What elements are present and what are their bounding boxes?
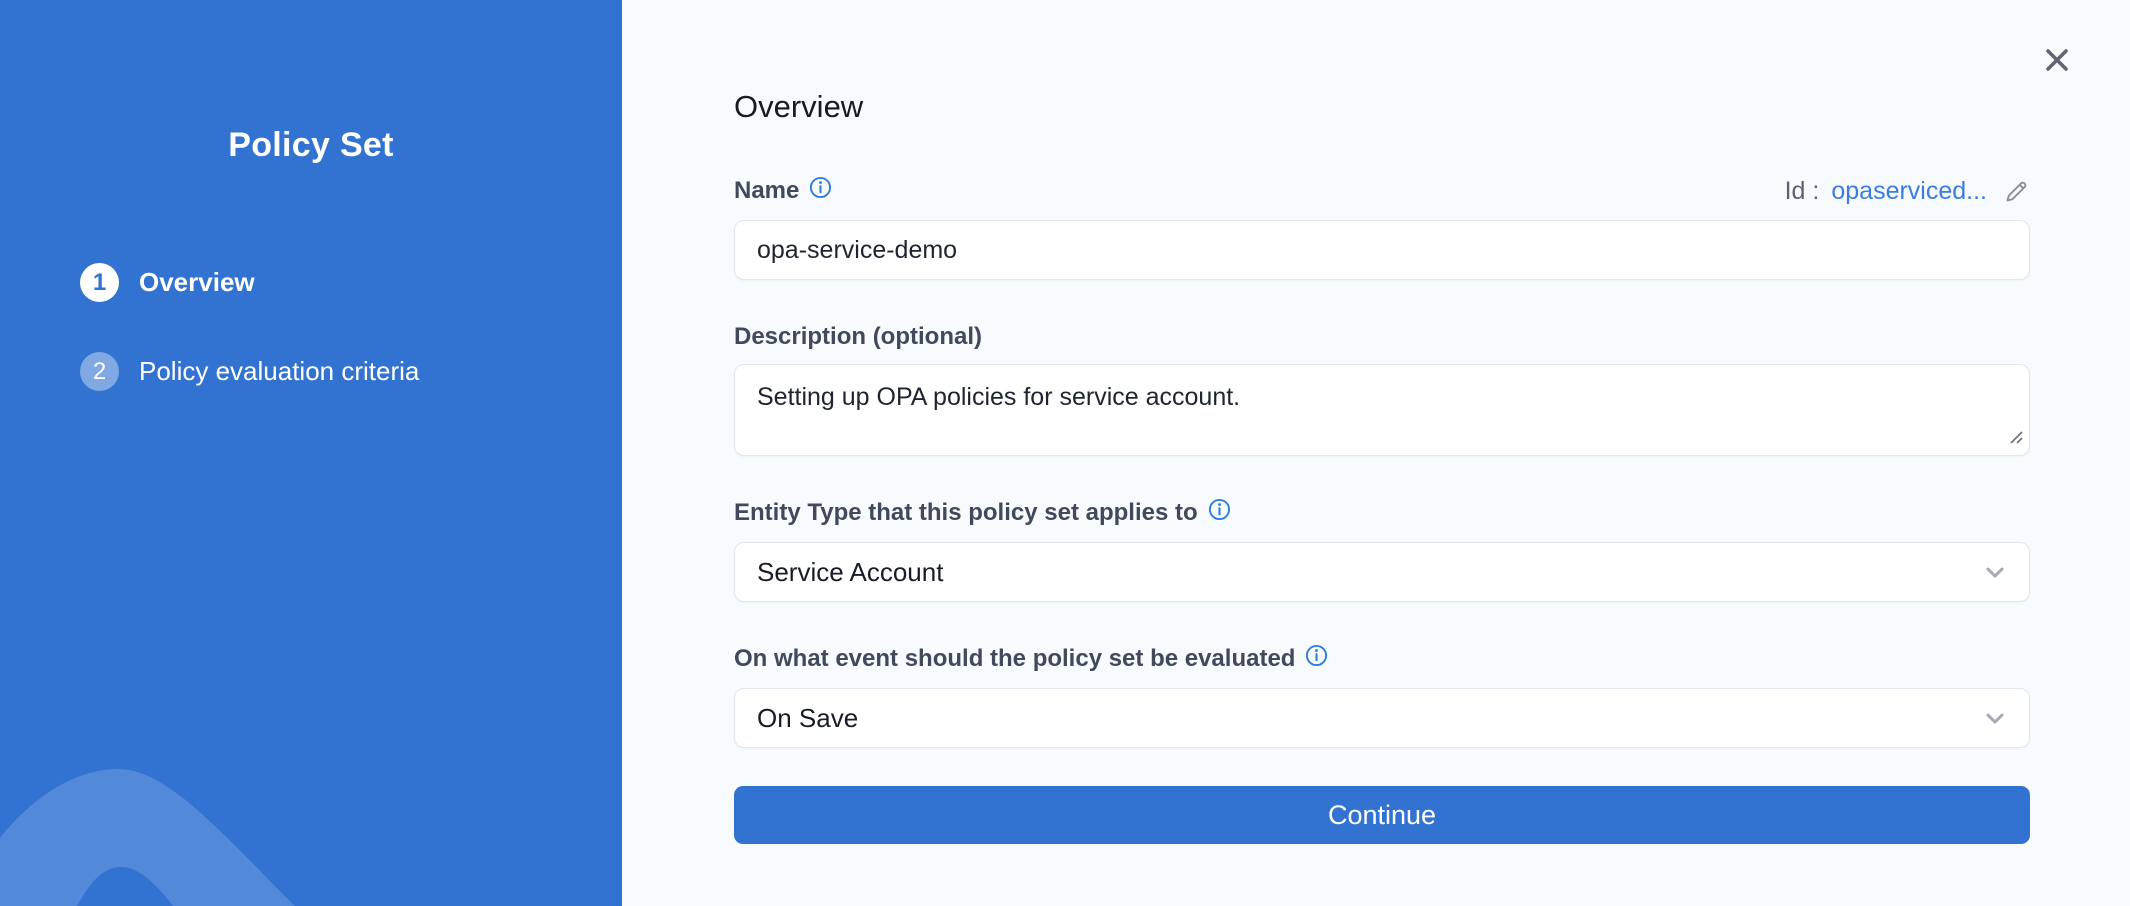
name-label-row: Name bbox=[734, 176, 832, 206]
close-icon bbox=[2041, 44, 2073, 79]
step-2-label: Policy evaluation criteria bbox=[139, 356, 419, 387]
wizard-steps: 1 Overview 2 Policy evaluation criteria bbox=[0, 263, 622, 391]
entity-type-info-icon[interactable] bbox=[1208, 498, 1231, 521]
continue-button[interactable]: Continue bbox=[734, 786, 2030, 844]
event-value: On Save bbox=[757, 703, 858, 734]
step-2-badge: 2 bbox=[80, 352, 119, 391]
description-textarea[interactable]: Setting up OPA policies for service acco… bbox=[734, 364, 2030, 456]
event-label-row: On what event should the policy set be e… bbox=[734, 644, 1328, 674]
wizard-sidebar: Policy Set 1 Overview 2 Policy evaluatio… bbox=[0, 0, 622, 906]
edit-icon[interactable] bbox=[2003, 178, 2030, 205]
entity-type-value: Service Account bbox=[757, 557, 943, 588]
wave-decoration bbox=[0, 666, 622, 906]
event-label: On what event should the policy set be e… bbox=[734, 644, 1295, 674]
close-button[interactable] bbox=[2038, 42, 2076, 80]
entity-type-select[interactable]: Service Account bbox=[734, 542, 2030, 602]
step-1-badge: 1 bbox=[80, 263, 119, 302]
description-textarea-wrap: Setting up OPA policies for service acco… bbox=[734, 364, 2030, 456]
entity-type-label-row: Entity Type that this policy set applies… bbox=[734, 498, 1231, 528]
description-label-text: Description (optional) bbox=[734, 322, 982, 352]
description-label: Description (optional) bbox=[734, 322, 982, 352]
name-input[interactable] bbox=[734, 220, 2030, 280]
name-label: Name bbox=[734, 176, 799, 206]
overview-panel: Overview Name Id : opaserviced... bbox=[622, 0, 2130, 906]
sidebar-title: Policy Set bbox=[0, 126, 622, 165]
name-info-icon[interactable] bbox=[809, 176, 832, 199]
chevron-down-icon bbox=[1981, 704, 2009, 732]
chevron-down-icon bbox=[1981, 558, 2009, 586]
id-row: Id : opaserviced... bbox=[1785, 177, 2030, 206]
id-value-link[interactable]: opaserviced... bbox=[1831, 177, 1987, 206]
name-field-header: Name Id : opaserviced... bbox=[734, 176, 2030, 206]
step-1-label: Overview bbox=[139, 267, 255, 298]
page-title: Overview bbox=[734, 88, 2030, 126]
policy-set-wizard: Policy Set 1 Overview 2 Policy evaluatio… bbox=[0, 0, 2130, 906]
event-info-icon[interactable] bbox=[1305, 644, 1328, 667]
resize-handle-icon[interactable] bbox=[2008, 429, 2024, 450]
entity-type-label: Entity Type that this policy set applies… bbox=[734, 498, 1198, 528]
event-select[interactable]: On Save bbox=[734, 688, 2030, 748]
id-label: Id : bbox=[1785, 177, 1820, 206]
form-content: Overview Name Id : opaserviced... bbox=[734, 0, 2030, 844]
step-item-overview[interactable]: 1 Overview bbox=[80, 263, 622, 302]
step-item-policy-evaluation-criteria[interactable]: 2 Policy evaluation criteria bbox=[80, 352, 622, 391]
